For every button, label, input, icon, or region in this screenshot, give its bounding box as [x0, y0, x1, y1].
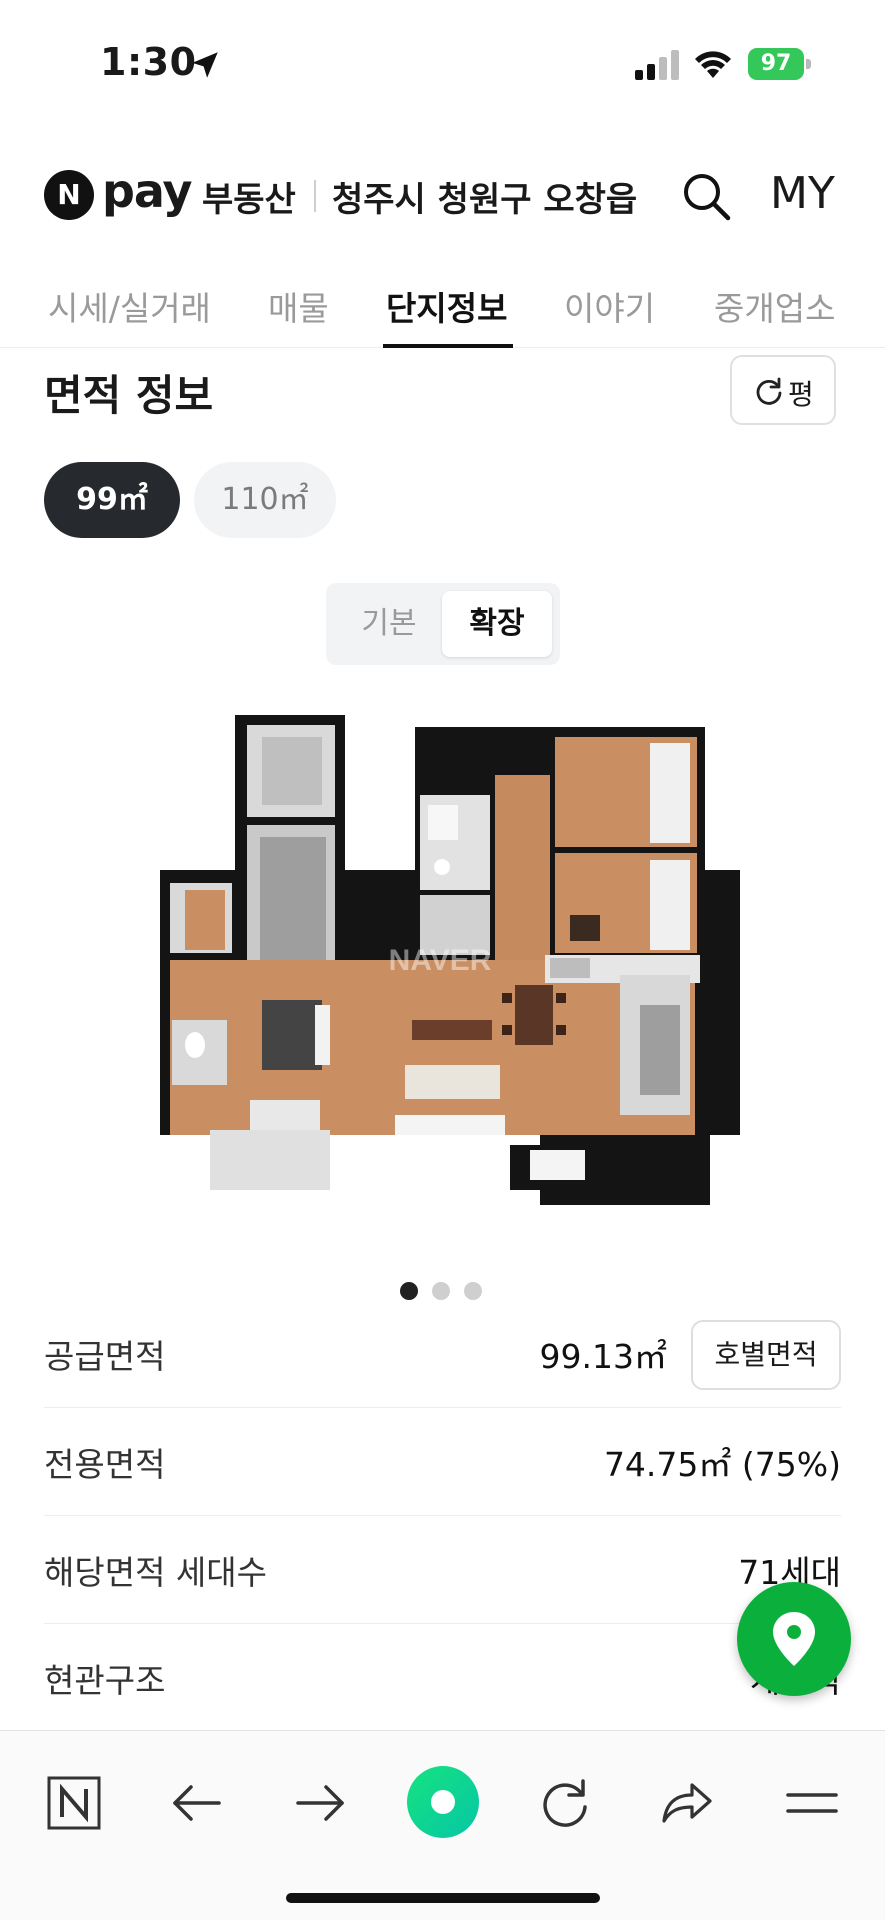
- naver-green-dot-icon[interactable]: [404, 1763, 482, 1841]
- unit-toggle-label: 평: [788, 378, 814, 411]
- floor-plan-image[interactable]: NAVER: [150, 705, 740, 1235]
- cellular-signal-icon: [635, 50, 679, 80]
- battery-level: 97: [760, 51, 792, 76]
- brand-pay[interactable]: pay: [102, 164, 193, 218]
- page-dot-1[interactable]: [400, 1282, 418, 1300]
- status-time: 1:30: [100, 40, 197, 84]
- area-chip-110[interactable]: 110㎡: [194, 462, 336, 538]
- area-chip-99[interactable]: 99㎡: [44, 462, 180, 538]
- region-selector[interactable]: 청주시 청원구 오창읍: [332, 172, 637, 221]
- brand-realestate[interactable]: 부동산: [202, 172, 296, 221]
- share-icon[interactable]: [658, 1773, 718, 1833]
- browser-toolbar: [0, 1730, 885, 1920]
- battery-icon: 97: [748, 48, 812, 80]
- tab-price[interactable]: 시세/실거래: [48, 282, 211, 330]
- app-header: N pay 부동산 청주시 청원구 오창읍 MY: [0, 150, 885, 240]
- location-arrow-icon: [192, 52, 218, 78]
- menu-icon[interactable]: [782, 1773, 842, 1833]
- page-dot-2[interactable]: [432, 1282, 450, 1300]
- naver-watermark: NAVER: [389, 944, 492, 977]
- map-pin-icon: [773, 1612, 815, 1666]
- header-divider: [314, 180, 316, 212]
- entrance-label: 현관구조: [44, 1661, 166, 1700]
- exclusive-area-row: 전용면적 74.75㎡ (75%): [44, 1408, 841, 1516]
- naver-n-logo[interactable]: N: [44, 170, 94, 220]
- refresh-page-icon[interactable]: [535, 1773, 595, 1833]
- status-bar: 1:30 97: [0, 0, 885, 130]
- home-indicator: [286, 1893, 600, 1903]
- supply-area-label: 공급면적: [44, 1337, 166, 1376]
- refresh-icon: [756, 377, 782, 405]
- active-tab-indicator: [383, 344, 513, 348]
- naver-home-icon[interactable]: [44, 1773, 104, 1833]
- back-arrow-icon[interactable]: [167, 1773, 227, 1833]
- tab-stories[interactable]: 이야기: [564, 282, 655, 330]
- households-label: 해당면적 세대수: [44, 1553, 268, 1592]
- main-tabs: 시세/실거래 매물 단지정보 이야기 중개업소: [0, 270, 885, 348]
- map-location-button[interactable]: [737, 1582, 851, 1696]
- page-dot-3[interactable]: [464, 1282, 482, 1300]
- section-title: 면적 정보: [44, 371, 214, 420]
- plan-extended-option[interactable]: 확장: [442, 591, 552, 657]
- unit-toggle-button[interactable]: 평: [730, 355, 836, 425]
- image-pagination: [400, 1282, 490, 1302]
- forward-arrow-icon[interactable]: [290, 1773, 350, 1833]
- search-icon[interactable]: [680, 170, 732, 222]
- exclusive-area-value: 74.75㎡ (75%): [603, 1445, 841, 1484]
- tab-agencies[interactable]: 중개업소: [714, 282, 835, 330]
- supply-area-row: 공급면적 99.13㎡ 호별면적: [44, 1300, 841, 1408]
- plan-basic-option[interactable]: 기본: [334, 591, 444, 657]
- supply-area-value: 99.13㎡: [539, 1337, 667, 1376]
- unit-area-button[interactable]: 호별면적: [691, 1320, 841, 1390]
- wifi-icon: [695, 51, 731, 78]
- plan-type-toggle: 기본 확장: [326, 583, 560, 665]
- tab-listings[interactable]: 매물: [268, 282, 329, 330]
- tab-complex-info[interactable]: 단지정보: [386, 282, 507, 330]
- households-row: 해당면적 세대수 71세대: [44, 1516, 841, 1624]
- my-button[interactable]: MY: [770, 168, 835, 219]
- exclusive-area-label: 전용면적: [44, 1445, 166, 1484]
- entrance-row: 현관구조 계단식: [44, 1624, 841, 1732]
